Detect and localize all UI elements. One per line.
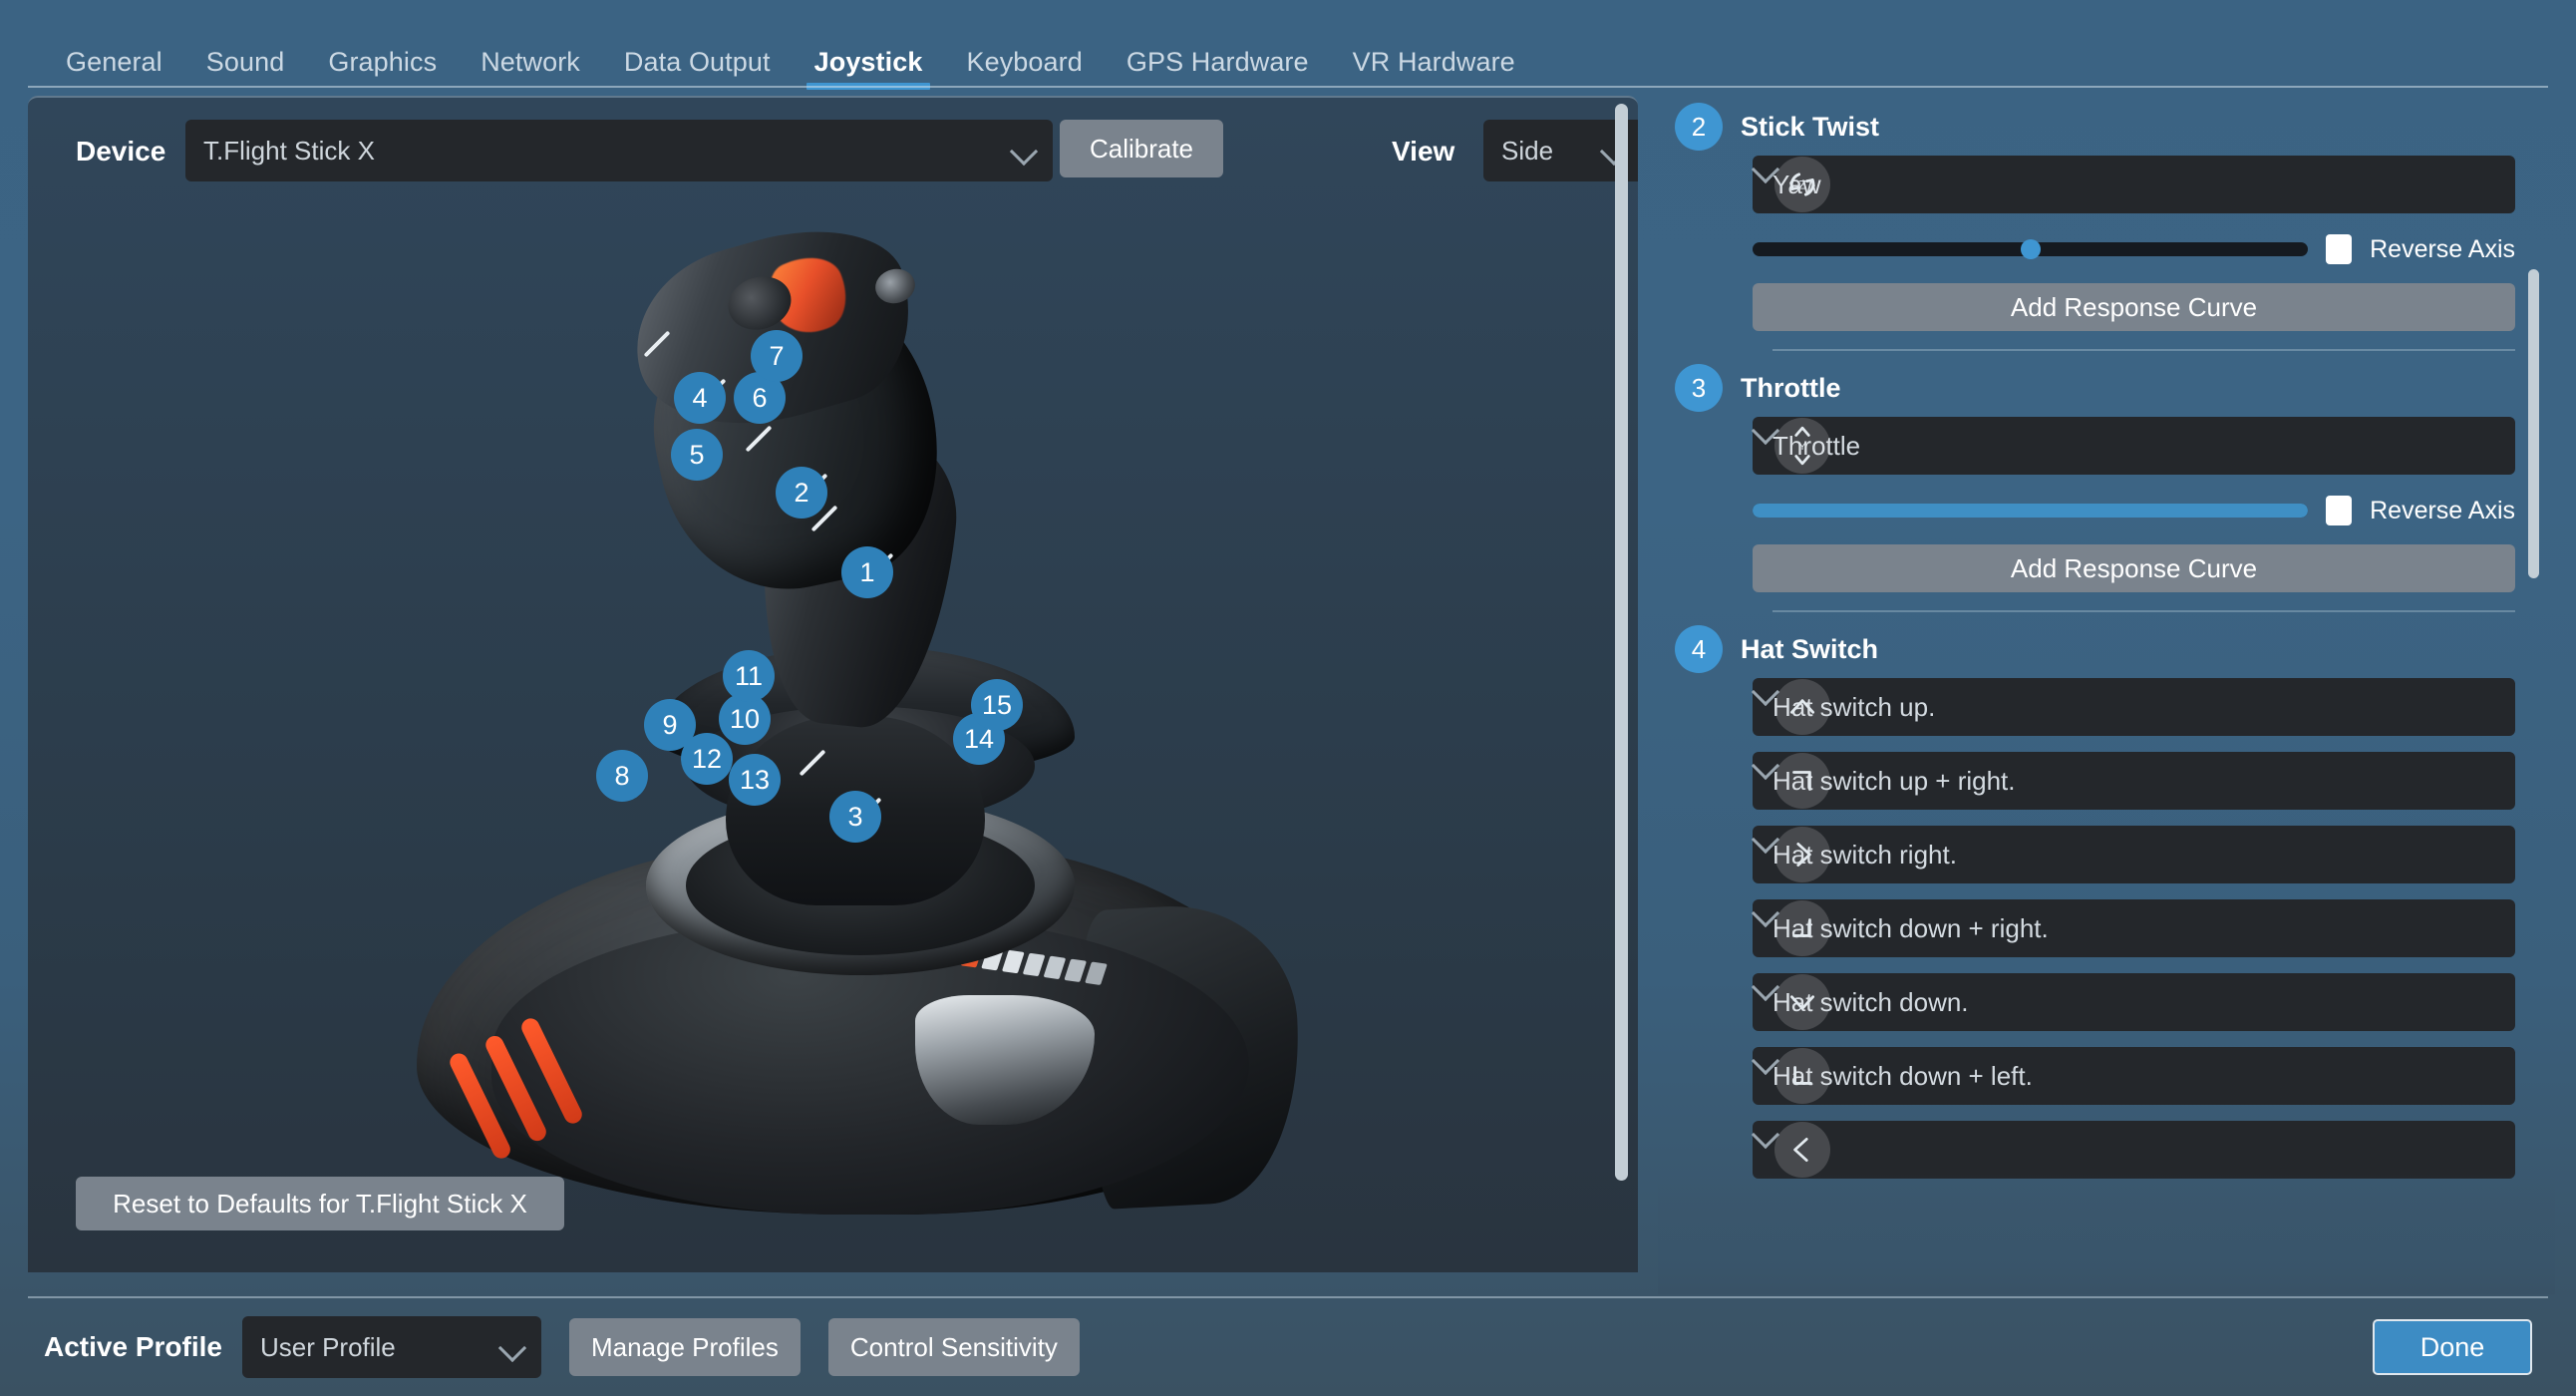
joystick-callout-11[interactable]: 11 [723, 650, 775, 702]
chevron-down-icon [1011, 138, 1037, 164]
control-sensitivity-button[interactable]: Control Sensitivity [827, 1318, 1080, 1376]
calibrate-button[interactable]: Calibrate [1060, 120, 1223, 177]
hat-binding-select[interactable]: Hat switch down + right. [1753, 899, 2515, 957]
section-title: Hat Switch [1741, 633, 1879, 664]
hat-binding-select[interactable]: Hat switch up + right. [1753, 752, 2515, 810]
manage-profiles-button[interactable]: Manage Profiles [568, 1318, 801, 1376]
add-response-curve-button[interactable]: Add Response Curve [1753, 283, 2515, 331]
joystick-bindings-panel: 2 Stick Twist Z Yaw Reverse Axis Add Response… [1658, 90, 2555, 1294]
device-select-value: T.Flight Stick X [203, 135, 375, 166]
axis-binding-select[interactable]: Throttle [1753, 417, 2515, 475]
reverse-axis-checkbox[interactable] [2326, 234, 2353, 264]
joystick-callout-2[interactable]: 2 [776, 467, 827, 519]
axis-binding-select[interactable]: Yaw [1753, 156, 2515, 213]
hat-binding-row: Hat switch down + left. [1753, 1047, 2515, 1105]
corner-up-right-icon [1774, 753, 1830, 809]
hat-binding-row: Hat switch down. [1753, 973, 2515, 1031]
tab-graphics[interactable]: Graphics [306, 49, 459, 90]
hat-binding-row: Hat switch up + right. [1753, 752, 2515, 810]
tab-keyboard[interactable]: Keyboard [944, 49, 1104, 90]
hat-binding-select[interactable] [1753, 1121, 2515, 1179]
svg-text:Z: Z [1798, 178, 1806, 192]
section-number-badge: 4 [1675, 625, 1723, 673]
axis-section-throttle: 3 Throttle Y Throttle Reverse Axis Add Respon… [1658, 351, 2515, 612]
tab-general[interactable]: General [44, 49, 184, 90]
tabbar-divider [28, 86, 2548, 88]
bindings-panel-scrollbar[interactable] [2528, 269, 2539, 578]
arrow-down-icon [1774, 974, 1830, 1030]
reverse-axis-label: Reverse Axis [2370, 496, 2515, 524]
joystick-panel-scrollbar[interactable] [1615, 104, 1628, 1181]
section-header: 4 Hat Switch [1675, 612, 2515, 678]
axis-binding-row: Y Throttle [1753, 417, 2515, 475]
joystick-illustration: 1 2 3 4 5 6 7 8 9 10 11 12 13 14 15 [357, 203, 1334, 1244]
reverse-axis-label: Reverse Axis [2370, 234, 2515, 263]
reset-to-defaults-button[interactable]: Reset to Defaults for T.Flight Stick X [76, 1177, 564, 1230]
active-profile-value: User Profile [259, 1331, 396, 1362]
reverse-axis-checkbox[interactable] [2326, 496, 2353, 525]
chevron-down-icon [499, 1334, 525, 1360]
tab-joystick[interactable]: Joystick [793, 49, 945, 90]
twist-z-icon: Z [1774, 157, 1830, 212]
hat-binding-row: Hat switch down + right. [1753, 899, 2515, 957]
arrow-up-icon [1774, 679, 1830, 735]
hat-binding-select[interactable]: Hat switch down + left. [1753, 1047, 2515, 1105]
section-number-badge: 3 [1675, 364, 1723, 412]
section-number-badge: 2 [1675, 103, 1723, 151]
device-select[interactable]: T.Flight Stick X [185, 120, 1053, 181]
axis-value-slider[interactable] [1753, 504, 2309, 518]
section-title: Throttle [1741, 372, 1841, 403]
add-response-curve-button[interactable]: Add Response Curve [1753, 544, 2515, 592]
joystick-callout-8[interactable]: 8 [596, 750, 648, 802]
joystick-callout-4[interactable]: 4 [674, 372, 726, 424]
device-label: Device [76, 136, 166, 167]
tab-gps-hardware[interactable]: GPS Hardware [1105, 49, 1331, 90]
arrow-left-icon [1774, 1122, 1830, 1178]
section-header: 3 Throttle [1675, 351, 2515, 417]
joystick-callout-1[interactable]: 1 [841, 546, 893, 598]
settings-tabbar: General Sound Graphics Network Data Output Jo… [0, 0, 2576, 90]
joystick-callout-5[interactable]: 5 [671, 429, 723, 481]
joystick-diagram-stage: 1 2 3 4 5 6 7 8 9 10 11 12 13 14 15 Reset to Defaults … [28, 203, 1638, 1272]
tab-data-output[interactable]: Data Output [602, 49, 793, 90]
joystick-toolbar: Device T.Flight Stick X Calibrate View S… [28, 98, 1638, 207]
hat-binding-row: Hat switch right. [1753, 826, 2515, 883]
corner-down-right-icon [1774, 900, 1830, 956]
section-header: 2 Stick Twist [1675, 90, 2515, 156]
tab-vr-hardware[interactable]: VR Hardware [1331, 49, 1537, 90]
axis-value-row: Reverse Axis [1753, 491, 2515, 530]
done-button[interactable]: Done [2373, 1319, 2532, 1375]
active-profile-select[interactable]: User Profile [241, 1316, 541, 1378]
hat-switch-section: 4 Hat Switch Hat switch up. Hat switch up +… [1658, 612, 2515, 1179]
axis-binding-row: Z Yaw [1753, 156, 2515, 213]
joystick-callout-12[interactable]: 12 [681, 733, 733, 785]
section-title: Stick Twist [1741, 111, 1880, 142]
view-label: View [1392, 136, 1455, 167]
arrow-right-icon [1774, 827, 1830, 882]
axis-value-row: Reverse Axis [1753, 229, 2515, 269]
bottom-action-bar: Active Profile User Profile Manage Profi… [0, 1298, 2576, 1396]
joystick-callout-7[interactable]: 7 [751, 330, 803, 382]
active-profile-label: Active Profile [44, 1331, 222, 1362]
hat-binding-select[interactable]: Hat switch right. [1753, 826, 2515, 883]
hat-binding-row [1753, 1121, 2515, 1179]
joystick-callout-15[interactable]: 15 [971, 679, 1023, 731]
tab-network[interactable]: Network [459, 49, 602, 90]
hat-binding-select[interactable]: Hat switch down. [1753, 973, 2515, 1031]
corner-down-left-icon [1774, 1048, 1830, 1104]
settings-content: Device T.Flight Stick X Calibrate View S… [0, 90, 2576, 1294]
joystick-callout-3[interactable]: 3 [829, 791, 881, 843]
svg-text:Y: Y [1798, 441, 1805, 453]
axis-y-icon: Y [1774, 418, 1830, 474]
tab-sound[interactable]: Sound [184, 49, 307, 90]
axis-section-stick-twist: 2 Stick Twist Z Yaw Reverse Axis Add Response… [1658, 90, 2515, 351]
hat-binding-row: Hat switch up. [1753, 678, 2515, 736]
hat-binding-select[interactable]: Hat switch up. [1753, 678, 2515, 736]
joystick-device-panel: Device T.Flight Stick X Calibrate View S… [28, 96, 1638, 1272]
joystick-callout-13[interactable]: 13 [729, 754, 781, 806]
axis-value-slider[interactable] [1753, 239, 2309, 259]
view-select-value: Side [1501, 135, 1554, 166]
